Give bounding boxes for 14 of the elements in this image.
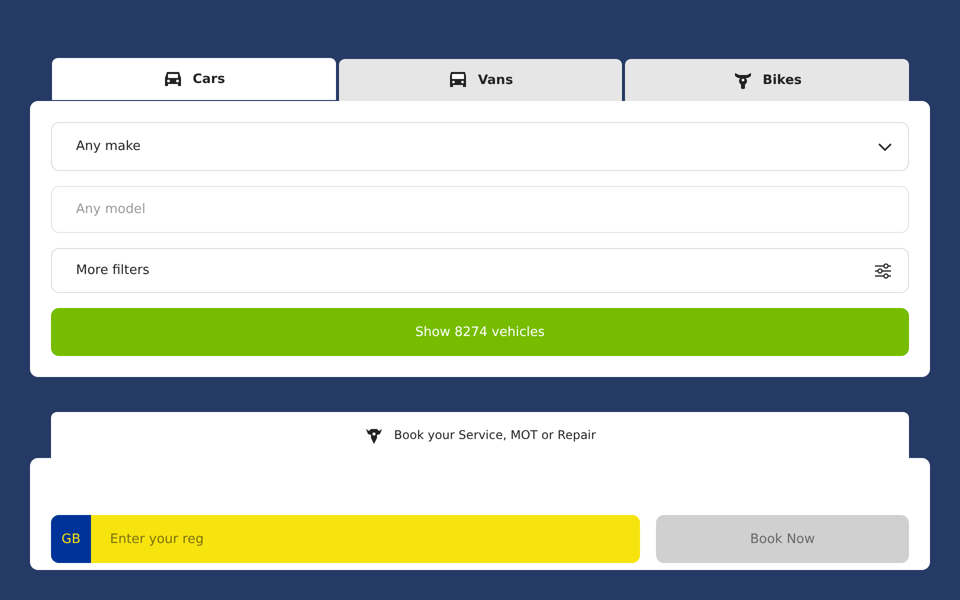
vehicle-tab[interactable]: Cars [52,58,336,100]
sliders-icon [874,262,892,278]
car-icon [162,70,183,88]
vehicle-tab[interactable]: Vans [338,59,622,101]
motorbike-icon [732,70,753,90]
country-code: GB [51,515,91,563]
reg-field[interactable]: GB Enter your reg [51,515,640,563]
service-tab[interactable]: Book your Service, MOT or Repair [51,412,909,458]
make-select[interactable]: Any make [51,122,909,171]
van-icon [448,71,468,89]
more-filters-button[interactable]: More filters [51,248,909,293]
chevron-down-icon [878,142,892,150]
model-field[interactable]: Any model [51,186,909,233]
vehicle-tab[interactable]: Bikes [625,59,910,101]
